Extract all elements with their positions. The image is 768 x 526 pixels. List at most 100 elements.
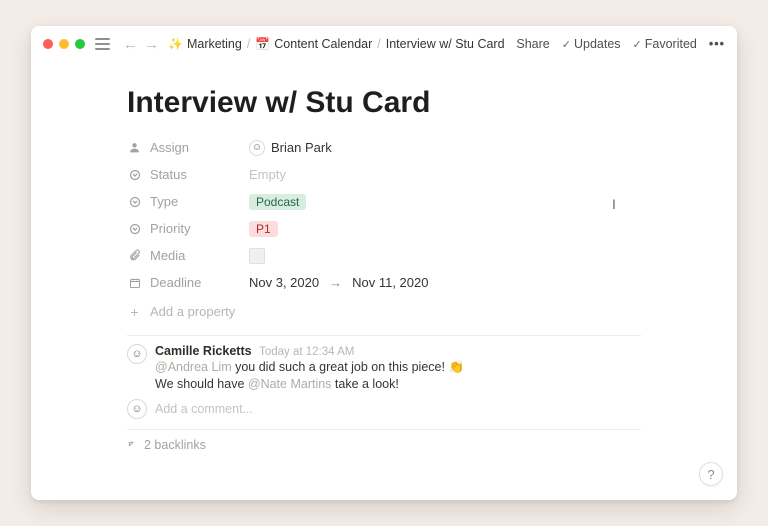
share-button[interactable]: Share — [516, 37, 549, 51]
comment-author: Camille Ricketts — [155, 344, 252, 358]
attachment-icon — [127, 249, 142, 262]
backlinks-label: 2 backlinks — [144, 438, 206, 452]
status-empty: Empty — [249, 167, 286, 182]
plus-icon: + — [127, 304, 142, 320]
breadcrumb-content-calendar[interactable]: 📅 Content Calendar — [255, 37, 372, 51]
property-row-media: Media — [127, 242, 641, 269]
comment-time: Today at 12:34 AM — [259, 346, 354, 358]
comment-line: We should have @Nate Martins take a look… — [155, 377, 464, 391]
type-tag: Podcast — [249, 194, 306, 210]
clap-emoji-icon: 👏 — [448, 360, 464, 374]
calendar-icon: 📅 — [255, 37, 270, 51]
property-row-priority: Priority P1 — [127, 215, 641, 242]
properties-list: Assign ☺ Brian Park Status Empty — [127, 134, 641, 325]
comment-text: We should have — [155, 377, 248, 391]
topbar: ← → ✨ Marketing / 📅 Content Calendar / I… — [31, 26, 737, 62]
breadcrumb-label: Marketing — [187, 37, 242, 51]
minimize-window-button[interactable] — [59, 39, 69, 49]
arrow-right-icon: → — [325, 275, 346, 290]
comment-header: Camille Ricketts Today at 12:34 AM — [155, 344, 464, 358]
app-window: ← → ✨ Marketing / 📅 Content Calendar / I… — [31, 26, 737, 500]
text-cursor-icon: I — [612, 196, 622, 212]
help-label: ? — [707, 467, 714, 482]
property-label-text: Deadline — [150, 275, 201, 290]
property-label[interactable]: Media — [127, 248, 249, 263]
divider — [127, 429, 641, 430]
add-comment-input[interactable] — [155, 402, 641, 416]
maximize-window-button[interactable] — [75, 39, 85, 49]
close-window-button[interactable] — [43, 39, 53, 49]
property-label-text: Media — [150, 248, 185, 263]
breadcrumb-label: Content Calendar — [274, 37, 372, 51]
more-menu-button[interactable]: ••• — [709, 37, 725, 51]
mention[interactable]: @Nate Martins — [248, 377, 332, 391]
property-value-priority[interactable]: P1 — [249, 221, 278, 237]
breadcrumb: ✨ Marketing / 📅 Content Calendar / Inter… — [168, 37, 505, 51]
breadcrumb-label: Interview w/ Stu Card — [386, 37, 505, 51]
property-label-text: Priority — [150, 221, 190, 236]
comment-body: Camille Ricketts Today at 12:34 AM @Andr… — [155, 344, 464, 391]
sidebar-toggle-icon[interactable] — [95, 38, 110, 50]
window-controls — [43, 39, 85, 49]
select-icon — [127, 196, 142, 208]
property-value-status[interactable]: Empty — [249, 167, 286, 182]
assignee-name: Brian Park — [271, 140, 332, 155]
check-icon: ✓ — [562, 38, 571, 51]
person-icon — [127, 141, 142, 154]
sparkles-icon: ✨ — [168, 37, 183, 51]
topbar-actions: Share ✓ Updates ✓ Favorited ••• — [516, 37, 725, 51]
breadcrumb-separator: / — [247, 37, 250, 51]
share-label: Share — [516, 37, 549, 51]
property-label[interactable]: Deadline — [127, 275, 249, 290]
comment-text: you did such a great job on this piece! — [232, 360, 449, 374]
property-label[interactable]: Priority — [127, 221, 249, 236]
comment-text: take a look! — [331, 377, 398, 391]
add-property-button[interactable]: + Add a property — [127, 298, 641, 325]
property-label[interactable]: Assign — [127, 140, 249, 155]
divider — [127, 335, 641, 336]
page-title[interactable]: Interview w/ Stu Card — [127, 86, 641, 120]
current-user-avatar: ☺ — [127, 399, 147, 419]
property-label[interactable]: Type — [127, 194, 249, 209]
user-avatar-icon: ☺ — [249, 140, 265, 156]
property-label-text: Status — [150, 167, 187, 182]
deadline-end: Nov 11, 2020 — [352, 275, 428, 290]
property-row-status: Status Empty — [127, 161, 641, 188]
property-label-text: Type — [150, 194, 178, 209]
comment: ☺ Camille Ricketts Today at 12:34 AM @An… — [127, 344, 641, 391]
comment-line: @Andrea Lim you did such a great job on … — [155, 360, 464, 375]
favorited-label: Favorited — [645, 37, 697, 51]
breadcrumb-current-page[interactable]: Interview w/ Stu Card — [386, 37, 505, 51]
breadcrumb-marketing[interactable]: ✨ Marketing — [168, 37, 242, 51]
property-row-type: Type Podcast — [127, 188, 641, 215]
nav-back-button[interactable]: ← — [120, 36, 141, 53]
add-property-label: Add a property — [150, 304, 235, 319]
favorited-button[interactable]: ✓ Favorited — [633, 37, 697, 51]
property-value-assign[interactable]: ☺ Brian Park — [249, 140, 332, 156]
add-comment-row: ☺ — [127, 399, 641, 419]
calendar-icon — [127, 277, 142, 289]
property-value-deadline[interactable]: Nov 3, 2020 → Nov 11, 2020 — [249, 275, 428, 290]
property-row-deadline: Deadline Nov 3, 2020 → Nov 11, 2020 — [127, 269, 641, 296]
select-icon — [127, 169, 142, 181]
breadcrumb-separator: / — [377, 37, 380, 51]
property-row-assign: Assign ☺ Brian Park — [127, 134, 641, 161]
priority-tag: P1 — [249, 221, 278, 237]
select-icon — [127, 223, 142, 235]
page-content: Interview w/ Stu Card Assign ☺ Brian Par… — [31, 62, 737, 500]
property-label-text: Assign — [150, 140, 189, 155]
deadline-start: Nov 3, 2020 — [249, 275, 319, 290]
updates-button[interactable]: ✓ Updates — [562, 37, 621, 51]
media-thumbnail — [249, 248, 265, 264]
updates-label: Updates — [574, 37, 621, 51]
nav-forward-button[interactable]: → — [141, 36, 162, 53]
property-label[interactable]: Status — [127, 167, 249, 182]
help-button[interactable]: ? — [699, 462, 723, 486]
check-icon: ✓ — [633, 38, 642, 51]
property-value-media[interactable] — [249, 248, 265, 264]
backlinks-icon — [127, 440, 138, 451]
mention[interactable]: @Andrea Lim — [155, 360, 232, 374]
property-value-type[interactable]: Podcast — [249, 194, 306, 210]
comment-author-avatar: ☺ — [127, 344, 147, 364]
backlinks-button[interactable]: 2 backlinks — [127, 438, 641, 452]
